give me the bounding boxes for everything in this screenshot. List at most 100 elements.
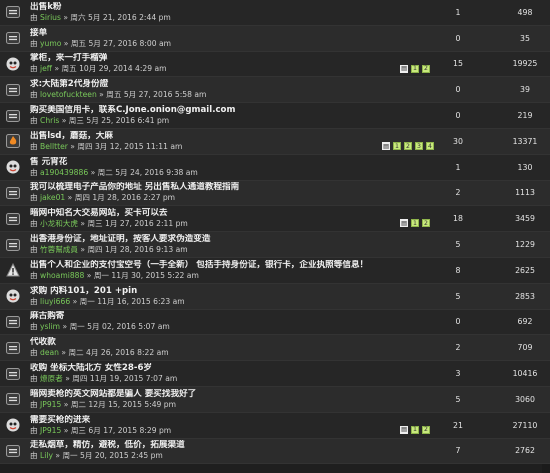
topic-title-link[interactable]: 收购 坐标大陆北方 女性28-6岁 — [30, 363, 450, 374]
topic-icon — [4, 210, 22, 228]
author-link[interactable]: liuyi666 — [40, 297, 70, 306]
view-count: 498 — [517, 7, 533, 17]
reply-count: 21 — [453, 420, 463, 430]
topic-title-link[interactable]: 购买美国信用卡，联系C.Jone.onion@gmail.com — [30, 105, 450, 116]
topic-icon — [4, 107, 22, 125]
author-link[interactable]: Sirius — [40, 13, 61, 22]
topic-row[interactable]: 代收款由 dean » 周二 4月 26, 2016 8:22 am 2 709 — [0, 335, 550, 362]
page-link[interactable]: 3 — [415, 142, 423, 150]
view-count: 3060 — [515, 394, 535, 404]
goto-page-icon[interactable]: ▤ — [400, 64, 408, 73]
goto-page-icon[interactable]: ▤ — [382, 142, 390, 150]
author-link[interactable]: yumo — [40, 39, 61, 48]
page-link[interactable]: 2 — [404, 142, 412, 150]
author-link[interactable]: whoami888 — [40, 271, 84, 280]
author-link[interactable]: yslim — [40, 322, 60, 331]
topic-title-link[interactable]: 出香港身份证，地址证明，按客人要求伪造变造 — [30, 234, 450, 245]
topic-title-link[interactable]: 走私烟草，精仿，避税，低价，拓展渠道 — [30, 440, 450, 451]
author-link[interactable]: 燎原者 — [40, 374, 63, 383]
page-link[interactable]: 2 — [422, 219, 430, 228]
topic-title-link[interactable]: 接单 — [30, 28, 450, 39]
topic-title-link[interactable]: 出售个人和企业的支付宝空号（一手全新） 包括手持身份证，银行卡，企业执照等信息！ — [30, 260, 450, 271]
topic-title-link[interactable]: 掌柜，来一打手榴弹 — [30, 53, 370, 64]
author-link[interactable]: jeff — [40, 64, 52, 73]
topic-title-link[interactable]: 出售lsd，蘑菇，大麻 — [30, 131, 370, 142]
page-link[interactable]: 1 — [411, 425, 419, 434]
topic-title-link[interactable]: 售 元宵花 — [30, 157, 450, 168]
topic-icon — [4, 339, 22, 357]
topic-title-link[interactable]: 求购 内料101，201 +pin — [30, 286, 450, 297]
topic-row[interactable]: 暗网中知名大交易网站，买卡可以去由 小龙和大虎 » 周三 1月 27, 2016… — [0, 206, 550, 233]
by-label: 由 — [30, 296, 41, 306]
topic-title-link[interactable]: 我可以梳理电子产品你的地址 另出售私人通道教程指南 — [30, 182, 450, 193]
page-link[interactable]: 2 — [422, 425, 430, 434]
topic-title-link[interactable]: 求:大陆第2代身份證 — [30, 79, 450, 90]
reply-count: 0 — [455, 317, 461, 327]
topic-row[interactable]: 麻古购寄由 yslim » 周一 5月 02, 2016 5:07 am 0 692 — [0, 309, 550, 336]
author-link[interactable]: JP915 — [40, 426, 61, 435]
author-link[interactable]: a190439886 — [40, 168, 88, 177]
topic-row[interactable]: 接单由 yumo » 周五 5月 27, 2016 8:00 am 0 35 — [0, 25, 550, 52]
post-date: » 周五 5月 27, 2016 5:58 am — [96, 90, 207, 100]
author-link[interactable]: JP915 — [40, 400, 61, 409]
author-link[interactable]: 小龙和大虎 — [40, 219, 78, 228]
topic-row[interactable]: 求购 内料101，201 +pin 由 liuyi666 » 周一 11月 16,… — [0, 283, 550, 310]
topic-pagination: ▤ 1 2 — [400, 64, 430, 73]
by-label: 由 — [30, 116, 41, 126]
author-link[interactable]: lovetofuckteen — [40, 90, 97, 99]
topic-row[interactable]: 售 元宵花由 a190439886 » 周二 5月 24, 2016 9:38 … — [0, 154, 550, 181]
topic-title-link[interactable]: 出售k粉 — [30, 2, 450, 13]
view-count: 709 — [517, 343, 533, 353]
hot-topic-icon — [4, 132, 22, 150]
post-date: » 周五 10月 29, 2014 4:29 am — [52, 64, 167, 74]
by-label: 由 — [30, 270, 41, 280]
topic-list: 出售k粉由 Sirius » 周六 5月 21, 2016 2:44 pm 1 49… — [0, 0, 550, 473]
post-date: » 周一 11月 16, 2015 6:23 am — [70, 296, 185, 306]
topic-title-link[interactable]: 暗网中知名大交易网站，买卡可以去 — [30, 208, 370, 219]
view-count: 2853 — [515, 291, 535, 301]
topic-title-link[interactable]: 麻古购寄 — [30, 311, 450, 322]
topic-row[interactable]: 出售k粉由 Sirius » 周六 5月 21, 2016 2:44 pm 1 49… — [0, 0, 550, 26]
by-label: 由 — [30, 374, 41, 384]
page-link[interactable]: 1 — [393, 142, 401, 150]
author-link[interactable]: jake01 — [40, 193, 65, 202]
topic-title-link[interactable]: 代收款 — [30, 337, 450, 348]
reply-count: 30 — [453, 136, 463, 146]
topic-pagination: ▤ 1 2 3 4 — [382, 142, 434, 150]
view-count: 13371 — [512, 136, 538, 146]
topic-row[interactable]: 求:大陆第2代身份證由 lovetofuckteen » 周五 5月 27, 2… — [0, 77, 550, 104]
author-link[interactable]: Lily — [40, 451, 53, 460]
topic-row[interactable]: 我可以梳理电子产品你的地址 另出售私人通道教程指南由 jake01 » 周四 1… — [0, 180, 550, 207]
topic-row[interactable]: 出售个人和企业的支付宝空号（一手全新） 包括手持身份证，银行卡，企业执照等信息！… — [0, 258, 550, 284]
author-link[interactable]: Chris — [40, 116, 59, 125]
topic-title-link[interactable]: 需要买枪的进来 — [30, 415, 370, 426]
topic-row[interactable]: 出香港身份证，地址证明，按客人要求伪造变造由 竹蓉幫成員 » 周四 1月 28,… — [0, 232, 550, 258]
author-link[interactable]: dean — [40, 348, 59, 357]
page-link[interactable]: 1 — [411, 219, 419, 228]
view-count: 35 — [520, 33, 530, 43]
topic-icon — [4, 365, 22, 383]
author-link[interactable]: 竹蓉幫成員 — [40, 245, 78, 254]
topic-row[interactable]: 需要买枪的进来由 JP915 » 周三 6月 17, 2015 8:29 pm ▤… — [0, 412, 550, 439]
topic-row[interactable]: 暗网卖枪的英文网站都是骗人 要买找我好了由 JP915 » 周二 12月 15,… — [0, 387, 550, 413]
post-date: » 周六 5月 21, 2016 2:44 pm — [60, 12, 171, 22]
post-date: » 周一 5月 20, 2015 2:45 pm — [52, 451, 163, 461]
topic-row[interactable]: 出售lsd，蘑菇，大麻由 Belltter » 周四 3月 12, 2015 1… — [0, 129, 550, 155]
alert-icon — [4, 261, 22, 279]
topic-title-link[interactable]: 暗网卖枪的英文网站都是骗人 要买找我好了 — [30, 389, 450, 400]
goto-page-icon[interactable]: ▤ — [400, 425, 408, 434]
goto-page-icon[interactable]: ▤ — [400, 219, 408, 228]
topic-row[interactable]: 走私烟草，精仿，避税，低价，拓展渠道由 Lily » 周一 5月 20, 201… — [0, 438, 550, 465]
page-link[interactable]: 4 — [426, 142, 434, 150]
topic-row[interactable]: 掌柜，来一打手榴弹由 jeff » 周五 10月 29, 2014 4:29 a… — [0, 51, 550, 78]
by-label: 由 — [30, 64, 41, 74]
topic-row[interactable]: 收购 坐标大陆北方 女性28-6岁由 燎原者 » 周四 11月 19, 2015… — [0, 361, 550, 387]
view-count: 2625 — [515, 265, 535, 275]
post-date: » 周四 11月 19, 2015 7:07 am — [62, 374, 178, 384]
by-label: 由 — [30, 322, 41, 332]
view-count: 1113 — [515, 188, 535, 198]
author-link[interactable]: Belltter — [40, 142, 68, 151]
page-link[interactable]: 1 — [411, 64, 419, 73]
page-link[interactable]: 2 — [422, 64, 430, 73]
topic-row[interactable]: 购买美国信用卡，联系C.Jone.onion@gmail.com 由 Chris … — [0, 103, 550, 129]
